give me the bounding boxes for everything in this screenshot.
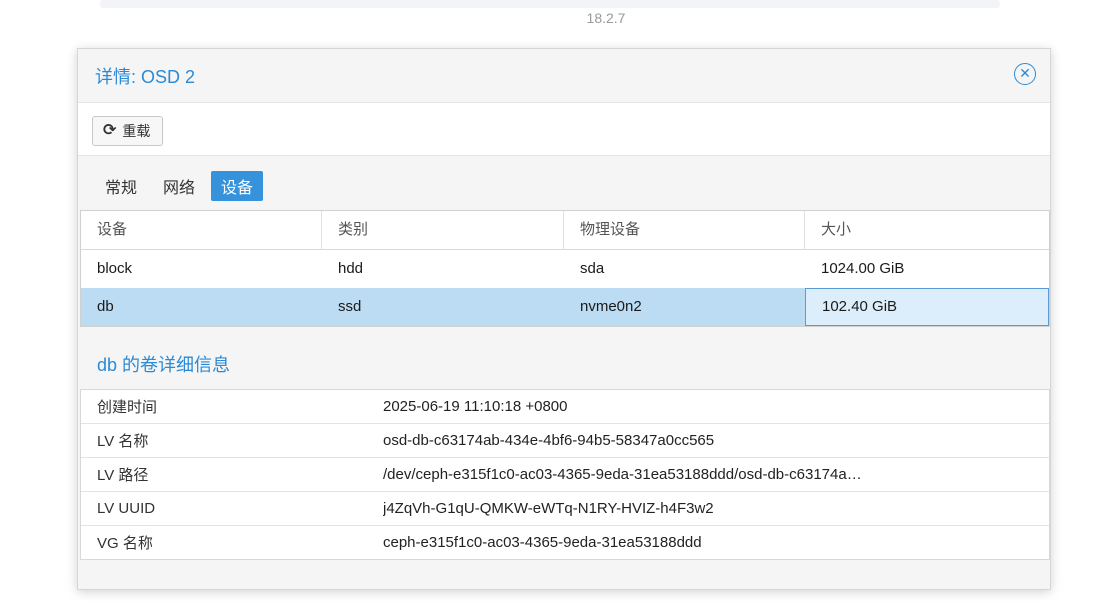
background-header-strip: [100, 0, 1000, 8]
detail-key: LV 路径: [97, 467, 149, 484]
osd-detail-dialog: 详情: OSD 2 ✕ ⟳ 重载 常规 网络 设备 设备 类别 物理设备 大小 …: [77, 48, 1051, 590]
cell-device: block: [97, 260, 133, 277]
detail-key: 创建时间: [97, 399, 158, 416]
detail-row-lv-path: LV 路径 /dev/ceph-e315f1c0-ac03-4365-9eda-…: [81, 458, 1049, 492]
detail-value: /dev/ceph-e315f1c0-ac03-4365-9eda-31ea53…: [383, 466, 862, 483]
close-icon[interactable]: ✕: [1014, 63, 1036, 85]
volume-detail-table: 创建时间 2025-06-19 11:10:18 +0800 LV 名称 osd…: [80, 389, 1050, 560]
detail-row-vg-name: VG 名称 ceph-e315f1c0-ac03-4365-9eda-31ea5…: [81, 526, 1049, 559]
cell-physical-device: sda: [580, 260, 605, 277]
detail-key: LV 名称: [97, 433, 149, 450]
table-row[interactable]: block hdd sda 1024.00 GiB: [81, 250, 1049, 288]
column-header-size[interactable]: 大小: [805, 211, 1049, 249]
detail-value: osd-db-c63174ab-434e-4bf6-94b5-58347a0cc…: [383, 432, 715, 449]
cell-size-focused[interactable]: 102.40 GiB: [805, 288, 1049, 326]
detail-row-created: 创建时间 2025-06-19 11:10:18 +0800: [81, 390, 1049, 424]
dialog-toolbar: ⟳ 重载: [78, 102, 1050, 156]
cell-device: db: [97, 298, 114, 315]
detail-value: j4ZqVh-G1qU-QMKW-eWTq-N1RY-HVIZ-h4F3w2: [383, 500, 714, 517]
column-header-device[interactable]: 设备: [81, 211, 322, 249]
devices-table: 设备 类别 物理设备 大小 block hdd sda 1024.00 GiB …: [80, 210, 1050, 327]
tab-bar: 常规 网络 设备: [95, 171, 264, 201]
cell-physical-device: nvme0n2: [580, 298, 642, 315]
volume-detail-title: db 的卷详细信息: [97, 355, 231, 375]
cell-size: 1024.00 GiB: [821, 260, 905, 277]
table-row-selected[interactable]: db ssd nvme0n2 102.40 GiB: [81, 288, 1049, 326]
column-header-class[interactable]: 类别: [322, 211, 564, 249]
detail-key: VG 名称: [97, 535, 153, 552]
detail-row-lv-name: LV 名称 osd-db-c63174ab-434e-4bf6-94b5-583…: [81, 424, 1049, 458]
reload-icon: ⟳: [103, 122, 117, 139]
detail-row-lv-uuid: LV UUID j4ZqVh-G1qU-QMKW-eWTq-N1RY-HVIZ-…: [81, 492, 1049, 526]
tab-general[interactable]: 常规: [95, 171, 147, 201]
detail-value: ceph-e315f1c0-ac03-4365-9eda-31ea53188dd…: [383, 534, 702, 551]
devices-table-header: 设备 类别 物理设备 大小: [81, 211, 1049, 250]
background-version-text: 18.2.7: [586, 10, 626, 26]
tab-network[interactable]: 网络: [153, 171, 205, 201]
cell-class: ssd: [338, 298, 362, 315]
reload-button[interactable]: ⟳ 重载: [92, 116, 164, 146]
cell-class: hdd: [338, 260, 364, 277]
column-header-physical-device[interactable]: 物理设备: [564, 211, 805, 249]
dialog-header: 详情: OSD 2 ✕: [78, 49, 1050, 101]
tab-devices[interactable]: 设备: [211, 171, 264, 201]
reload-button-label: 重载: [122, 123, 151, 139]
dialog-title: 详情: OSD 2: [95, 67, 196, 87]
detail-key: LV UUID: [97, 500, 156, 517]
detail-value: 2025-06-19 11:10:18 +0800: [383, 398, 568, 415]
